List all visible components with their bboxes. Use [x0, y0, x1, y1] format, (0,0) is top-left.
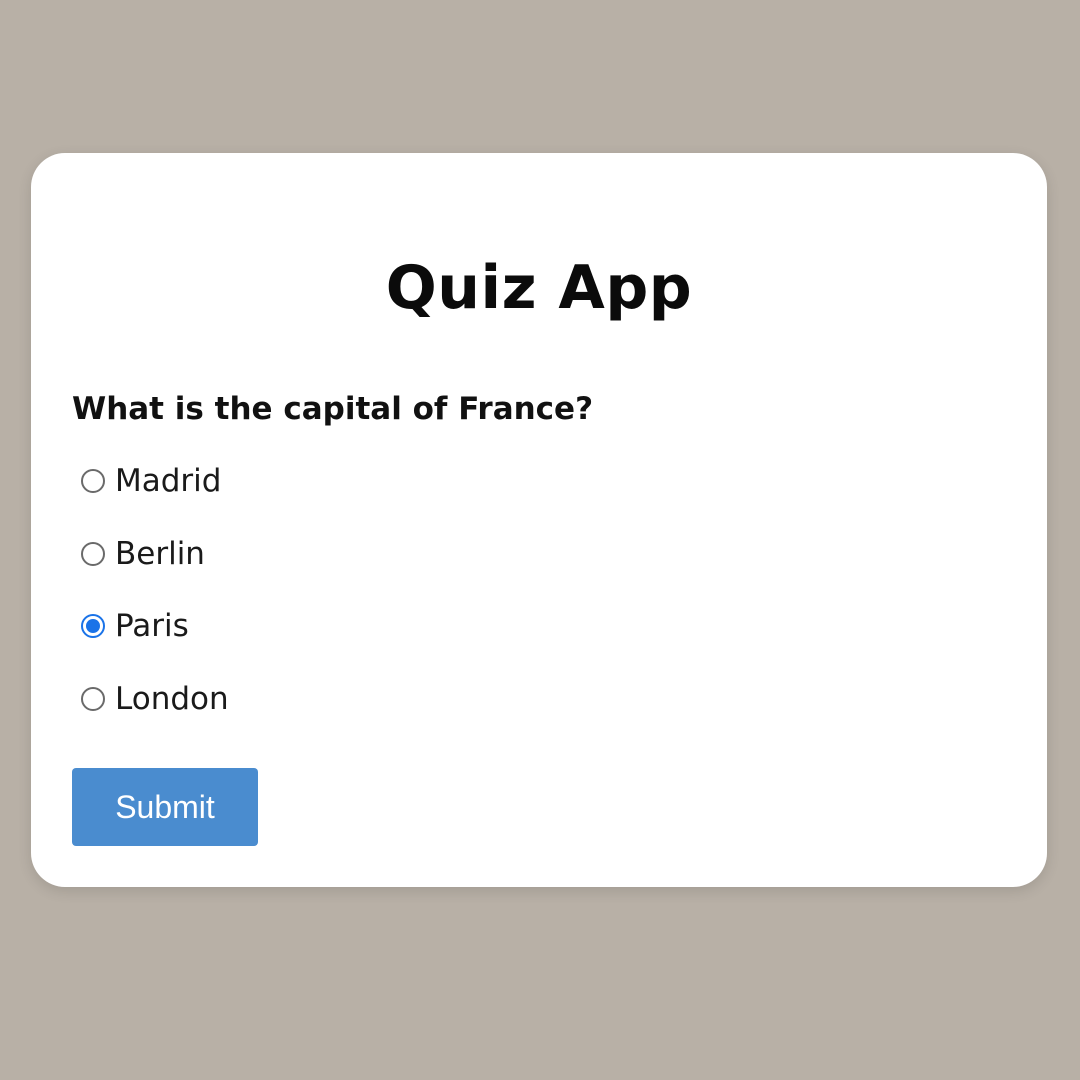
- option-madrid[interactable]: Madrid: [81, 458, 229, 504]
- option-label: London: [115, 680, 229, 717]
- option-london[interactable]: London: [81, 676, 229, 722]
- option-label: Paris: [115, 608, 189, 644]
- question-text: What is the capital of France?: [72, 391, 594, 427]
- page-title: Quiz App: [385, 253, 693, 323]
- radio-london[interactable]: [81, 686, 105, 711]
- option-label: Madrid: [115, 463, 222, 499]
- submit-button[interactable]: Submit: [72, 768, 258, 846]
- option-berlin[interactable]: Berlin: [81, 531, 229, 577]
- radio-berlin[interactable]: [81, 541, 105, 566]
- quiz-card: Quiz App What is the capital of France? …: [31, 153, 1047, 887]
- radio-paris[interactable]: [81, 614, 105, 638]
- option-label: Berlin: [115, 535, 205, 572]
- radio-madrid[interactable]: [81, 469, 105, 493]
- answer-options: Madrid Berlin Paris London: [81, 458, 229, 748]
- option-paris[interactable]: Paris: [81, 603, 229, 649]
